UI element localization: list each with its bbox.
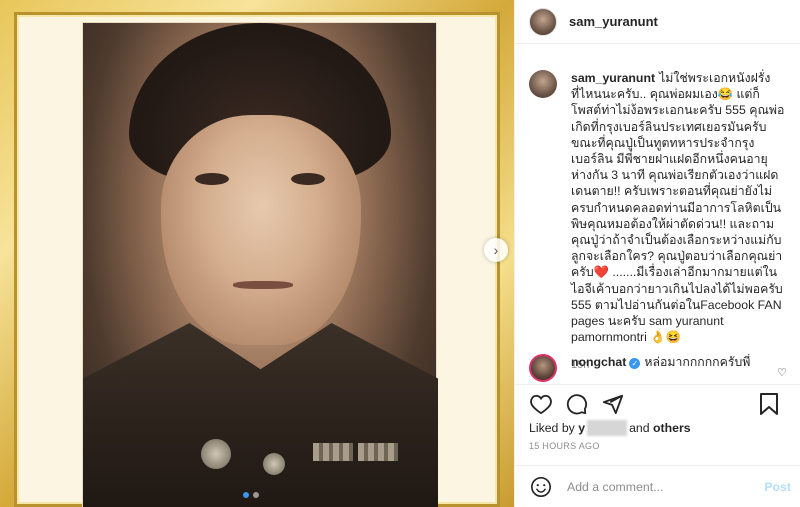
comment-username[interactable]: nongchat [571,355,626,369]
post-media[interactable]: › [0,0,514,507]
medal [201,439,231,469]
comment-like-icon[interactable]: ♡ [777,366,787,379]
portrait-eye-left [195,173,229,185]
caption-text: ไม่ใช่พระเอกหนังฝรั่งที่ไหนนะครับ.. คุณพ… [571,71,785,345]
add-comment-row: Post [515,465,800,507]
portrait-face [161,115,361,345]
action-bar [515,384,800,422]
post-sidebar: sam_yuranunt sam_yuranunt ไม่ใช่พระเอกหนั… [514,0,800,507]
portrait-mouth [233,281,293,289]
heart-icon [530,394,552,414]
like-button[interactable] [529,392,553,416]
medal-ribbon [313,443,353,461]
verified-icon: ✓ [629,358,641,369]
portrait-uniform [83,323,438,507]
likes-prefix: Liked by [529,421,575,435]
carousel-dot [253,492,259,498]
comment-text: หล่อมากกกกกครับพี่ [644,355,751,369]
emoji-icon [531,476,551,497]
caption-block: sam_yuranunt ไม่ใช่พระเอกหนังฝรั่งที่ไหนน… [529,70,791,374]
redacted-username [587,420,628,436]
caption: sam_yuranunt ไม่ใช่พระเอกหนังฝรั่งที่ไหนน… [571,70,787,374]
emoji-button[interactable] [529,475,553,499]
share-icon [602,394,624,414]
comment-row: nongchat ✓ หล่อมากกกกกครับพี่ ♡ [529,354,791,382]
post-header: sam_yuranunt [515,0,800,44]
caption-username[interactable]: sam_yuranunt [571,71,655,85]
portrait-photo [82,22,438,507]
comment-input[interactable] [567,479,757,494]
comment-icon [566,393,588,414]
post-view: › sam_yuranunt sam_yuranunt ไม่ใช่พระเอกห… [0,0,800,507]
likes-summary: Liked by y and others [529,420,691,436]
bookmark-icon [760,393,778,415]
share-button[interactable] [601,392,625,416]
post-comment-button[interactable]: Post [764,480,791,494]
caption-avatar[interactable] [529,70,557,98]
likes-others-link[interactable]: others [653,421,691,435]
comment-avatar[interactable] [529,354,557,382]
chevron-right-icon: › [493,242,499,258]
header-username[interactable]: sam_yuranunt [569,14,658,29]
comment-text-block: nongchat ✓ หล่อมากกกกกครับพี่ [571,354,761,370]
comment-button[interactable] [565,392,589,416]
medal [263,453,285,475]
next-slide-button[interactable]: › [484,238,508,262]
carousel-dots [243,492,259,498]
medal-ribbon [358,443,398,461]
post-timestamp[interactable]: 15 HOURS AGO [529,441,600,451]
likes-and: and [629,421,650,435]
save-button[interactable] [757,392,781,416]
portrait-eye-right [291,173,325,185]
avatar[interactable] [529,7,557,36]
likes-user[interactable]: y [578,421,585,435]
carousel-dot [243,492,249,498]
